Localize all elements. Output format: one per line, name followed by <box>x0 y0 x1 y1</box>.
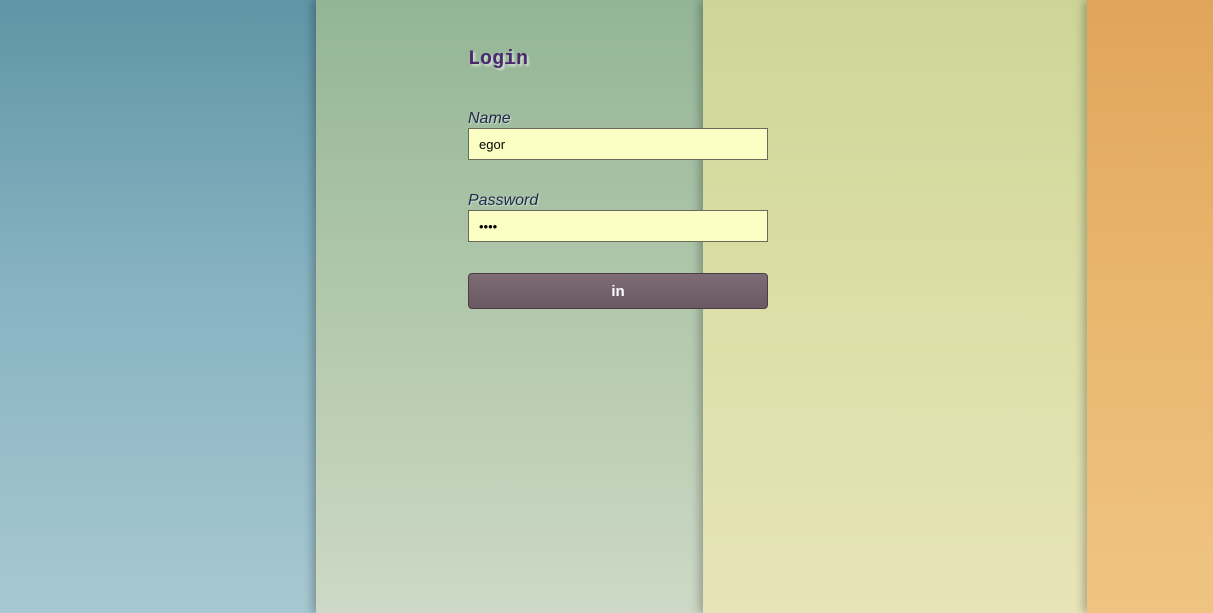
password-input[interactable] <box>468 210 768 242</box>
background-panel-blue <box>0 0 316 613</box>
background-panel-orange <box>1087 0 1213 613</box>
name-input[interactable] <box>468 128 768 160</box>
password-label: Password <box>468 192 539 209</box>
name-label: Name <box>468 110 511 127</box>
login-form: Login Name Password in <box>468 48 768 309</box>
login-submit-button[interactable]: in <box>468 273 768 309</box>
login-title: Login <box>468 48 529 71</box>
